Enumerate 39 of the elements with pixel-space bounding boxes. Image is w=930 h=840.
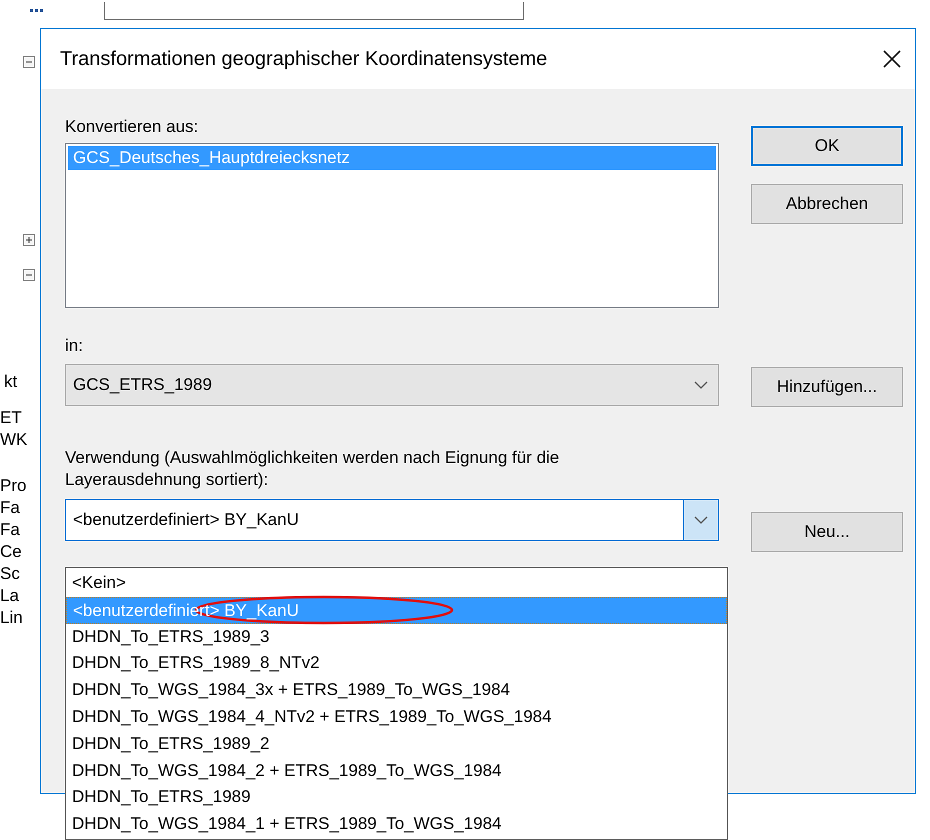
- dropdown-value: <benutzerdefiniert> BY_KanU: [73, 510, 299, 530]
- panel-text: Ce: [0, 541, 23, 563]
- dropdown-option[interactable]: <Kein>: [66, 570, 727, 597]
- more-icon[interactable]: [30, 9, 44, 12]
- dropdown-option[interactable]: DHDN_To_ETRS_1989_2: [66, 730, 727, 758]
- panel-text: kt: [4, 371, 18, 393]
- field-label: Verwendung (Auswahlmöglichkeiten werden nach Eignung für die Layerausdehnung sortiert):: [65, 447, 560, 491]
- dropdown-option[interactable]: DHDN_To_WGS_1984_3x + ETRS_1989_To_WGS_1984: [66, 677, 727, 704]
- panel-text: Sc: [0, 563, 21, 585]
- input-field[interactable]: [104, 2, 524, 20]
- dropdown-option[interactable]: DHDN_To_WGS_1984_2 + ETRS_1989_To_WGS_1984: [66, 758, 727, 784]
- dropdown-option[interactable]: DHDN_To_ETRS_1989_8_NTv2: [66, 650, 727, 678]
- panel-text: Pro: [0, 475, 28, 497]
- field-label: in:: [65, 336, 84, 356]
- dropdown-option[interactable]: DHDN_To_ETRS_1989_3: [66, 624, 727, 650]
- window-title: Transformationen geographischer Koordinatensysteme: [60, 48, 548, 70]
- panel-text: WK: [0, 429, 28, 451]
- dropdown-option[interactable]: DHDN_To_WGS_1984_1 + ETRS_1989_To_WGS_1984: [66, 811, 727, 838]
- panel-text: La: [0, 585, 20, 607]
- chevron-icon[interactable]: [694, 516, 708, 524]
- cancel-button[interactable]: Abbrechen: [751, 184, 903, 224]
- add-button[interactable]: Hinzufügen...: [751, 367, 903, 407]
- field-label: Konvertieren aus:: [65, 117, 200, 137]
- target-dropdown[interactable]: GCS_ETRS_1989: [65, 364, 719, 406]
- transformation-dropdown[interactable]: <benutzerdefiniert> BY_KanU: [65, 499, 719, 541]
- collapse-icon[interactable]: [23, 269, 35, 281]
- expand-icon[interactable]: [23, 234, 35, 246]
- panel-text: Fa: [0, 519, 21, 541]
- ok-button[interactable]: OK: [751, 126, 903, 166]
- panel-text: Lin: [0, 607, 24, 629]
- collapse-icon[interactable]: [23, 56, 35, 68]
- dropdown-option[interactable]: DHDN_To_WGS_1984_4_NTv2 + ETRS_1989_To_WGS_1984: [66, 704, 727, 731]
- chevron-icon: [694, 381, 708, 389]
- new-button[interactable]: Neu...: [751, 512, 903, 552]
- dropdown-value: GCS_ETRS_1989: [73, 375, 212, 395]
- panel-text: Fa: [0, 497, 21, 519]
- panel-text: ET: [0, 407, 23, 429]
- close-icon[interactable]: [883, 50, 901, 68]
- dropdown-option[interactable]: DHDN_To_ETRS_1989: [66, 784, 727, 812]
